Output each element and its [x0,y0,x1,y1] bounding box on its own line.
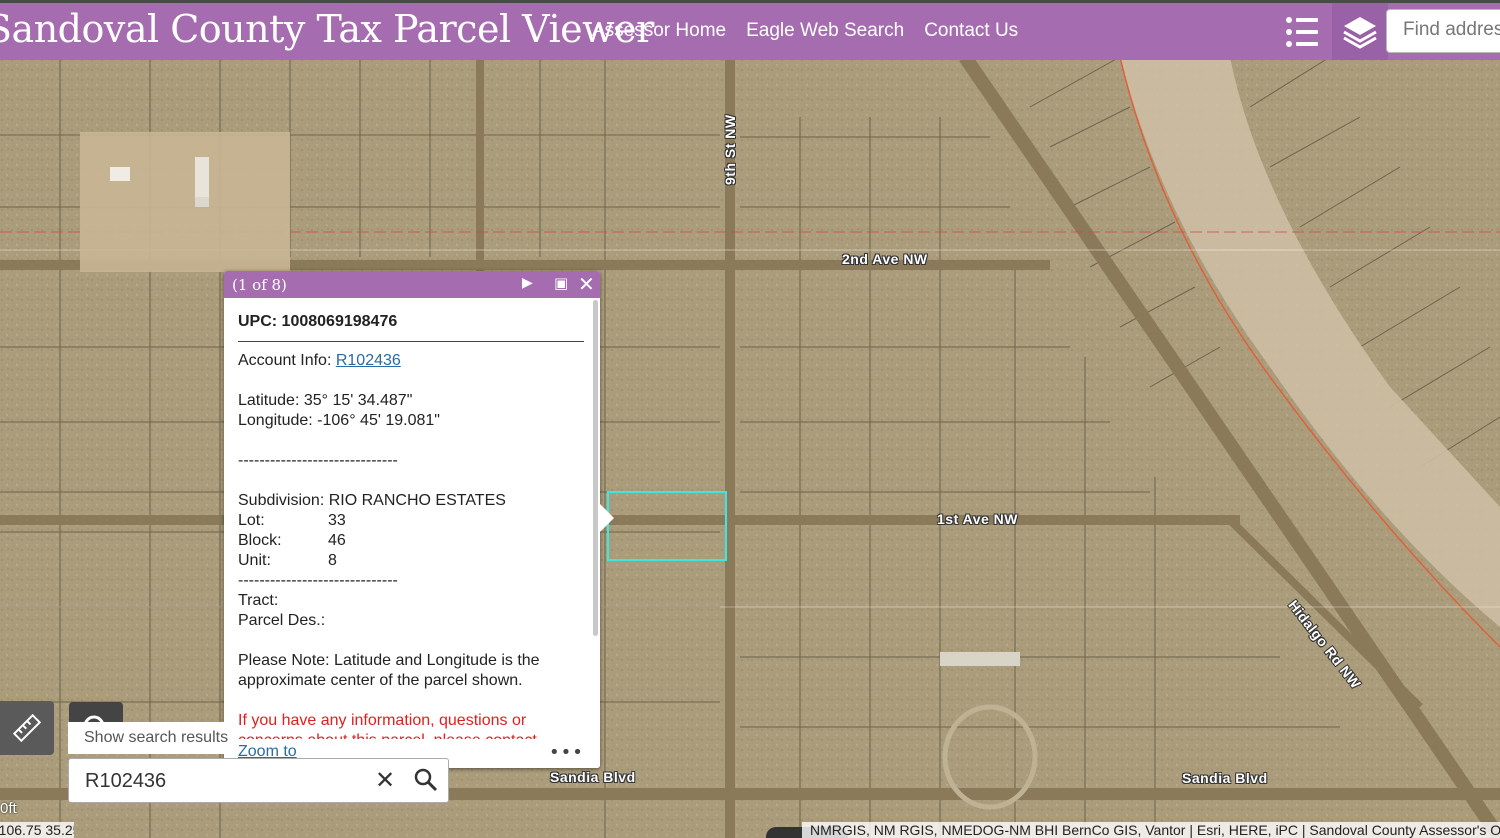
app-title: Sandoval County Tax Parcel Viewer [0,7,654,51]
road-label-1st-ave: 1st Ave NW [937,511,1018,527]
search-icon [414,768,438,792]
scale-bar-label: 0ft [0,800,17,817]
account-info: Account Info: R102436 [238,352,401,369]
legend-button[interactable] [1274,3,1330,60]
popup-content[interactable]: UPC: 1008069198476 Account Info: R102436… [238,312,584,742]
popup-title: UPC: 1008069198476 [238,312,584,342]
search-input[interactable]: R102436 [85,770,166,793]
search-submit-button[interactable] [413,767,439,797]
subdivision-text: Subdivision: RIO RANCHO ESTATES [238,492,506,509]
ruler-icon [12,713,42,743]
selected-parcel-highlight[interactable] [607,491,727,561]
popup-scrollbar[interactable] [593,300,598,636]
popup-feature-count: (1 of 8) [232,276,287,294]
divider-text: ------------------------------ [238,572,398,589]
show-search-results[interactable]: Show search results [68,722,228,754]
divider-text: ------------------------------ [238,452,398,469]
road-label-2nd-ave: 2nd Ave NW [842,251,928,267]
lat-long-note: Please Note: Latitude and Longitude is t… [238,652,540,689]
close-icon[interactable]: ✕ [578,272,595,296]
road-label-sandia-east: Sandia Blvd [1182,770,1268,786]
nav-assessor-home[interactable]: Assessor Home [592,20,726,42]
unit-row: Unit: 8 [238,552,337,569]
coordinate-readout: -106.75 35.25 Degrees [0,822,74,838]
road-label-9th-st: 9th St NW [722,114,738,185]
popup-header: (1 of 8) ▶ ▣ ✕ [224,271,600,298]
maximize-icon[interactable]: ▣ [554,274,568,292]
road-label-sandia-west: Sandia Blvd [550,769,636,785]
lot-value: 33 [328,512,346,529]
nav-contact-us[interactable]: Contact Us [924,20,1018,42]
measure-button[interactable] [0,701,54,755]
more-options-icon[interactable]: ••• [549,742,584,763]
header-nav: Assessor Home Eagle Web Search Contact U… [592,20,1018,42]
tract-text: Tract: [238,592,279,609]
latitude-text: Latitude: 35° 15' 34.487" [238,392,413,409]
layers-button[interactable] [1332,3,1388,60]
layers-icon [1343,16,1377,49]
parcel-des-text: Parcel Des.: [238,612,326,629]
clear-search-icon[interactable]: ✕ [375,766,395,794]
block-row: Block: 46 [238,532,346,549]
app-header: Sandoval County Tax Parcel Viewer Assess… [0,0,1500,60]
lot-row: Lot: 33 [238,512,346,529]
unit-value: 8 [328,552,337,569]
block-value: 46 [328,532,346,549]
map-attribution: NMRGIS, NM RGIS, NMEDOG-NM BHI BernCo GI… [802,822,1500,838]
find-address-input[interactable]: Find address or place [1386,9,1500,53]
next-feature-icon[interactable]: ▶ [522,275,533,291]
contact-note: If you have any information, questions o… [238,712,537,742]
account-link[interactable]: R102436 [336,352,401,369]
longitude-text: Longitude: -106° 45' 19.081" [238,412,440,429]
nav-eagle-web-search[interactable]: Eagle Web Search [746,20,904,42]
popup-pointer [600,504,614,532]
search-widget: R102436 ✕ [68,758,449,803]
legend-list-icon [1286,16,1318,47]
parcel-popup: (1 of 8) ▶ ▣ ✕ UPC: 1008069198476 Accoun… [224,271,614,768]
